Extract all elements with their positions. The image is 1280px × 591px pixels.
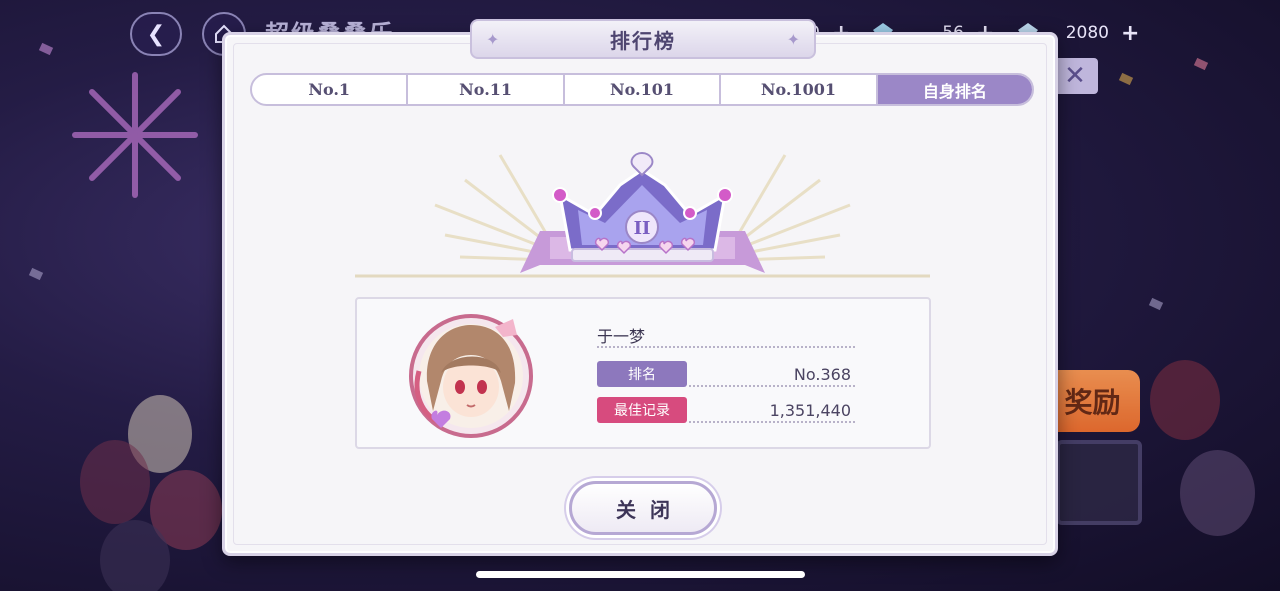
add-resource-button[interactable]: + — [1121, 21, 1139, 46]
tv-decoration — [1056, 440, 1142, 525]
crown-emblem: II — [355, 151, 930, 278]
player-name: 于一梦 — [597, 327, 646, 346]
light-rays-right — [733, 154, 851, 262]
dialog-title: 排行榜 — [610, 28, 676, 53]
leaderboard-dialog: ✦ 排行榜 ✦ No.1 No.11 No.101 No.1001 自身排名 I… — [222, 19, 1058, 556]
close-button[interactable]: 关闭 — [569, 481, 717, 535]
sparkle-icon: ✦ — [486, 30, 500, 49]
rank-label: 排名 — [597, 361, 687, 387]
light-rays-left — [434, 154, 552, 262]
tab-no1001[interactable]: No.1001 — [721, 75, 878, 104]
rank-tabs: No.1 No.11 No.101 No.1001 自身排名 — [250, 73, 1034, 106]
avatar[interactable] — [405, 311, 537, 441]
confetti-decoration — [1148, 297, 1164, 311]
balloon-decoration — [1180, 450, 1255, 536]
player-info-card: 于一梦 排名 No.368 最佳记录 1,351,440 — [355, 297, 931, 449]
resource-value: 2080 — [1065, 23, 1109, 43]
divider — [597, 346, 855, 348]
confetti-decoration — [28, 267, 44, 281]
crown-numeral: II — [634, 218, 651, 239]
divider — [689, 385, 855, 387]
balloon-decoration — [100, 520, 170, 591]
home-indicator[interactable] — [476, 571, 805, 578]
balloon-decoration — [1150, 360, 1220, 440]
dialog-title-plate: ✦ 排行榜 ✦ — [470, 19, 816, 59]
tab-self-rank[interactable]: 自身排名 — [877, 75, 1032, 104]
reward-button-background: 奖励 — [1045, 370, 1140, 432]
tab-no101[interactable]: No.101 — [565, 75, 722, 104]
tab-no1[interactable]: No.1 — [252, 75, 409, 104]
back-arrow-icon: ❮ — [146, 21, 166, 47]
confetti-decoration — [1118, 72, 1134, 86]
rank-value: No.368 — [793, 365, 851, 384]
best-record-value: 1,351,440 — [769, 401, 851, 420]
tab-no11[interactable]: No.11 — [408, 75, 565, 104]
sparkle-icon: ✦ — [786, 30, 800, 49]
close-x-icon[interactable]: ✕ — [1052, 58, 1098, 94]
best-record-label: 最佳记录 — [597, 397, 687, 423]
back-button[interactable]: ❮ — [130, 12, 182, 56]
balloon-decoration — [80, 440, 150, 524]
divider — [689, 421, 855, 423]
firework-decoration — [72, 72, 198, 198]
